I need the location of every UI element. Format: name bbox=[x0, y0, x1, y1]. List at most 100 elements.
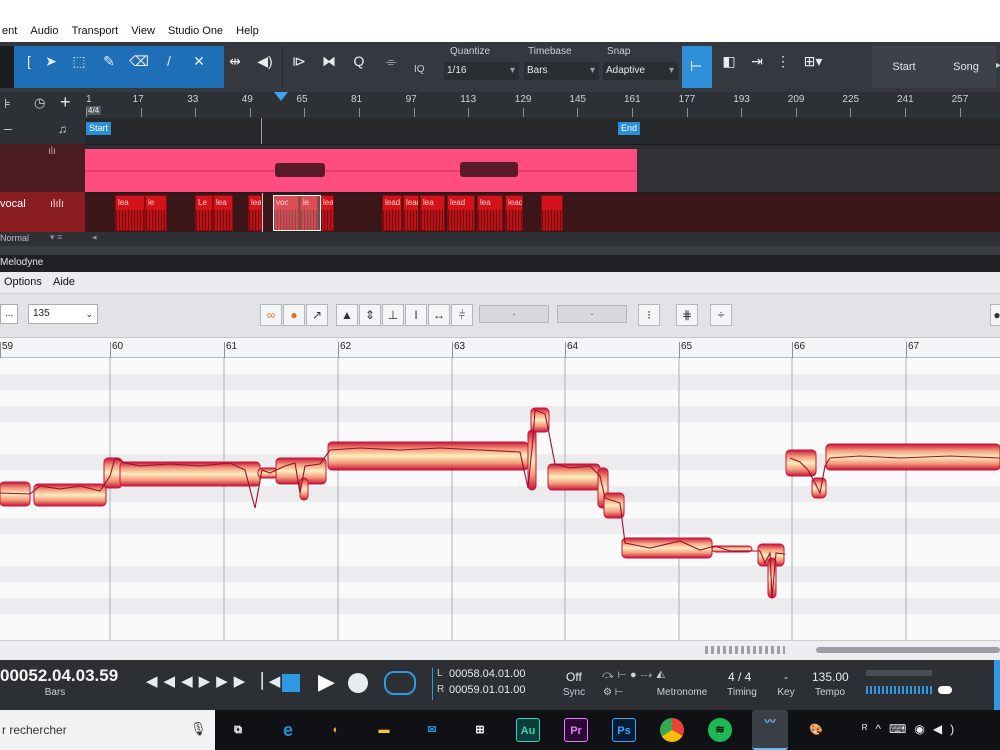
eraser-tool-icon[interactable]: ⌫ bbox=[128, 50, 150, 72]
menu-item-view[interactable]: View bbox=[126, 22, 160, 37]
menu-item[interactable]: ent bbox=[0, 22, 22, 37]
vocal-clip[interactable]: lea bbox=[477, 195, 503, 231]
menu-item-aide[interactable]: Aide bbox=[53, 276, 75, 288]
app-icon[interactable]: ◐ bbox=[324, 718, 348, 742]
timing-macro-icon[interactable]: ⋕ bbox=[676, 304, 698, 326]
key-value[interactable]: - bbox=[784, 670, 788, 684]
vocal-clip[interactable]: lea bbox=[420, 195, 445, 231]
audition-icon[interactable]: Au bbox=[516, 718, 540, 742]
timing-value[interactable]: 4 / 4 bbox=[728, 670, 751, 684]
note-blob[interactable] bbox=[327, 441, 529, 471]
song-page-button[interactable]: Song bbox=[936, 46, 996, 88]
track-name[interactable]: vocal bbox=[0, 198, 26, 210]
loop-start[interactable]: 00058.04.01.00 bbox=[449, 668, 525, 680]
melodyne-note-editor[interactable] bbox=[0, 358, 1000, 640]
settings-icon[interactable]: ⚙ ⊢ bbox=[603, 687, 623, 698]
zoom-tool-icon[interactable]: Q bbox=[348, 50, 370, 72]
tempo-value[interactable]: 135.00 bbox=[812, 670, 849, 684]
vocal-clip[interactable]: lea bbox=[115, 195, 145, 231]
track-lane-2[interactable]: lealeLelealeadvoclelealeadleadlealeadlea… bbox=[0, 192, 1000, 233]
track-mode[interactable]: Normal bbox=[0, 233, 29, 243]
mute-tool-icon[interactable]: ✕ bbox=[188, 50, 210, 72]
store-icon[interactable]: ⊞ bbox=[468, 718, 492, 742]
collapse-icon[interactable]: – bbox=[4, 120, 12, 136]
track-header-1[interactable]: ılı bbox=[0, 144, 85, 192]
playhead-marker[interactable] bbox=[274, 92, 288, 101]
vocal-clip[interactable]: lead bbox=[248, 195, 262, 231]
loop-end[interactable]: 00059.01.01.00 bbox=[449, 684, 525, 696]
studio-one-icon[interactable]: 〰 bbox=[752, 710, 788, 750]
split-tool-icon[interactable]: ⇹ bbox=[224, 50, 246, 72]
scroll-left-icon[interactable]: ◂ bbox=[92, 232, 97, 243]
loop-button[interactable] bbox=[384, 671, 416, 695]
quantize-macro-icon[interactable]: ÷ bbox=[710, 304, 732, 326]
task-view-icon[interactable]: ⧉ bbox=[226, 718, 250, 742]
add-track-icon[interactable]: + bbox=[60, 92, 71, 113]
iq-label[interactable]: IQ bbox=[414, 64, 425, 75]
mail-icon[interactable]: ✉ bbox=[420, 718, 444, 742]
file-explorer-icon[interactable]: ▬ bbox=[372, 718, 396, 742]
menu-item-audio[interactable]: Audio bbox=[25, 22, 63, 37]
vocal-clip[interactable]: lead bbox=[403, 195, 419, 231]
amplitude-tool-icon[interactable]: I bbox=[405, 304, 427, 326]
start-page-button[interactable]: Start bbox=[872, 46, 936, 88]
track-lane-1[interactable] bbox=[0, 144, 1000, 194]
snap-select[interactable]: Adaptive ▾ bbox=[603, 62, 678, 80]
spotify-icon[interactable]: ≋ bbox=[708, 718, 732, 742]
track-header-2[interactable]: vocal ılılı bbox=[0, 192, 85, 232]
timebase-select[interactable]: Bars ▾ bbox=[524, 62, 599, 80]
track-options-icon[interactable]: ⊧ bbox=[4, 96, 11, 112]
bend-tool-icon[interactable]: ⧐ bbox=[288, 50, 310, 72]
metronome-icons[interactable]: ⤼⊢●⤏◭ bbox=[602, 669, 669, 682]
snap-to-cursor-icon[interactable]: ⇥ bbox=[746, 50, 768, 72]
vocal-clip[interactable]: lead bbox=[505, 195, 523, 231]
menu-item-transport[interactable]: Transport bbox=[67, 22, 124, 37]
vocal-clip[interactable]: lead bbox=[447, 195, 475, 231]
grid-options-icon[interactable]: ⊞▾ bbox=[796, 50, 830, 72]
arrow-tool-icon[interactable]: ➤ bbox=[40, 50, 62, 72]
snap-event-icon[interactable]: ◧ bbox=[718, 50, 740, 72]
vocal-clip[interactable] bbox=[541, 195, 563, 231]
photoshop-icon[interactable]: Ps bbox=[612, 718, 636, 742]
instrument-icon[interactable]: ♫ bbox=[58, 122, 67, 136]
melodyne-ruler[interactable]: 59 60 61 62 63 64 65 66 67 bbox=[0, 338, 1000, 358]
vocal-clip[interactable]: lea bbox=[320, 195, 334, 231]
quantize-select[interactable]: 1/16 ▾ bbox=[444, 62, 519, 80]
sync-value[interactable]: Off bbox=[566, 670, 582, 684]
vocal-clip[interactable]: le bbox=[145, 195, 167, 231]
tempo-mode-field[interactable]: ... bbox=[0, 304, 18, 324]
note-blob[interactable] bbox=[621, 537, 713, 559]
timeline-ruler[interactable]: ⊧ ◷ + 4/4 1 17 33 49 65 81 97 113 129 145 161 177 19… bbox=[0, 92, 1000, 118]
scroll-right-icon[interactable]: ▸ bbox=[996, 60, 1000, 71]
range-tool-icon[interactable]: ⬚ bbox=[68, 50, 90, 72]
vocal-clip[interactable]: Le bbox=[195, 195, 213, 231]
end-marker[interactable]: End bbox=[618, 122, 641, 135]
mode-dropdown-icon[interactable]: ▾ ≡ bbox=[50, 232, 62, 243]
splitter[interactable] bbox=[0, 246, 1000, 255]
pitch-macro-icon[interactable]: ⁝ bbox=[638, 304, 660, 326]
pitch-tool-icon[interactable]: ⇕ bbox=[359, 304, 381, 326]
clock-icon[interactable]: ◷ bbox=[34, 95, 45, 111]
pitch-curve-icon[interactable]: ↗ bbox=[306, 304, 328, 326]
listen-tool-icon[interactable]: ◀) bbox=[254, 50, 276, 72]
position-display[interactable]: 00052.04.03.59 bbox=[0, 666, 118, 686]
premiere-icon[interactable]: Pr bbox=[564, 718, 588, 742]
pencil-tool-icon[interactable]: ✎ bbox=[98, 50, 120, 72]
formant-tool-icon[interactable]: ⊥ bbox=[382, 304, 404, 326]
more-options-icon[interactable]: ● bbox=[990, 304, 1000, 326]
menu-item-studio-one[interactable]: Studio One bbox=[163, 22, 228, 37]
bend-marker-icon[interactable]: ⧓ bbox=[318, 50, 340, 72]
record-button[interactable] bbox=[348, 673, 368, 693]
chrome-icon[interactable] bbox=[660, 718, 684, 742]
snap-marker-icon[interactable]: ⋮ bbox=[772, 50, 794, 72]
panel-toggle[interactable] bbox=[994, 660, 1000, 710]
paint-tool-icon[interactable]: / bbox=[158, 50, 180, 72]
separation-tool-icon[interactable]: ⫩ bbox=[451, 304, 473, 326]
note-blob-icon[interactable]: ● bbox=[283, 304, 305, 326]
note-grid[interactable] bbox=[0, 358, 1000, 640]
microphone-icon[interactable]: 🎙 bbox=[190, 721, 207, 737]
play-button[interactable]: ▶ bbox=[318, 669, 335, 695]
selected-clip[interactable] bbox=[273, 195, 321, 231]
paint-icon[interactable]: 🎨 bbox=[804, 718, 828, 742]
transport-nav-icons[interactable]: ◀◀◀▶▶▶▕◀ bbox=[146, 672, 286, 690]
